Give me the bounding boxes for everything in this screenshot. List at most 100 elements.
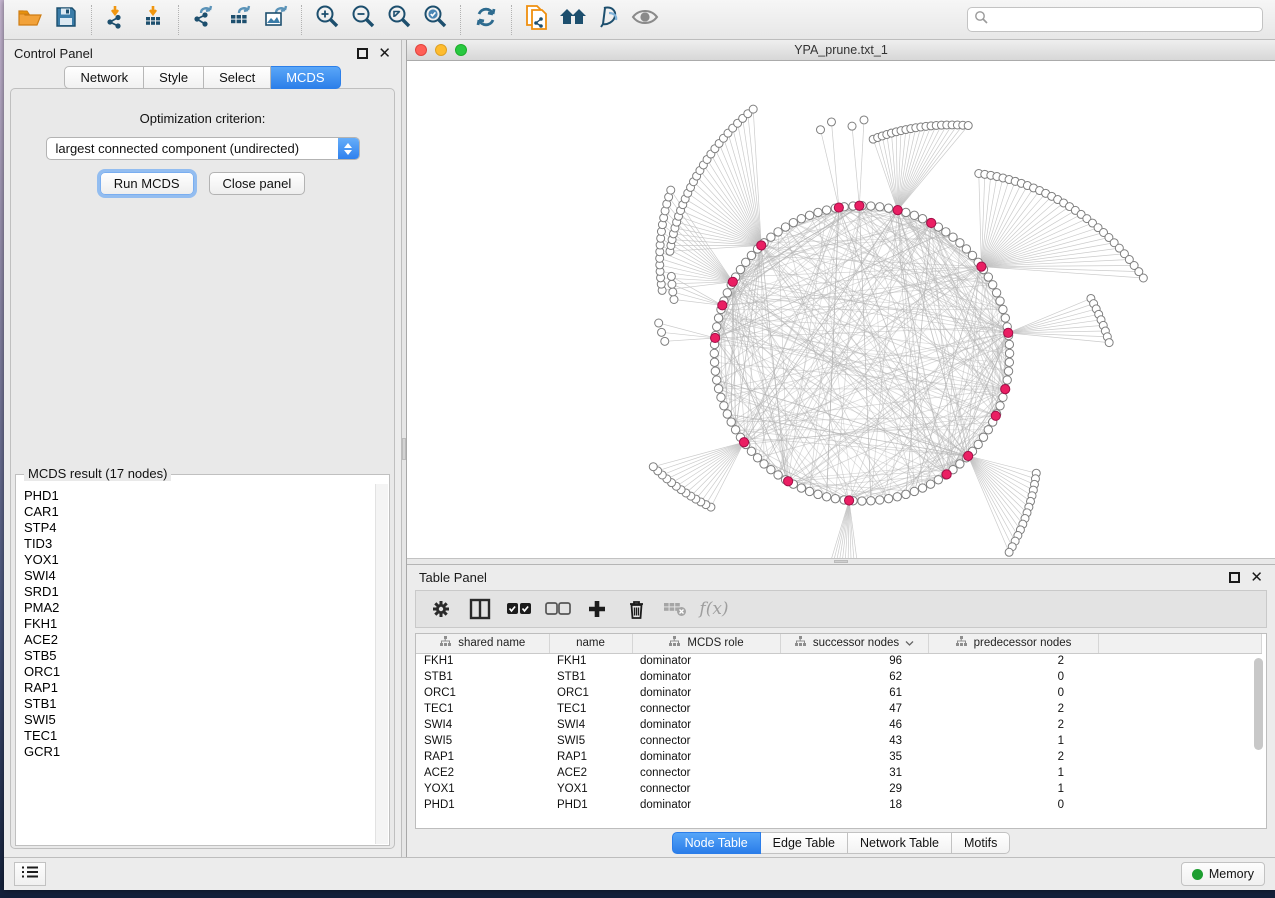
import-network-button[interactable] [99,3,135,37]
mcds-result-item[interactable]: SWI5 [24,712,388,728]
splitter-handle[interactable] [402,438,406,460]
network-node[interactable] [1005,349,1013,357]
split-columns-button[interactable] [465,594,495,624]
table-row[interactable]: STB1STB1dominator620 [416,669,1261,685]
satellite-node[interactable] [964,122,972,130]
column-header-successor-nodes[interactable]: successor nodes [780,634,928,653]
network-node[interactable] [760,460,768,468]
tab-node-table[interactable]: Node Table [672,832,761,854]
add-column-button[interactable] [582,594,612,624]
satellite-node[interactable] [667,272,675,280]
task-history-button[interactable] [14,862,46,886]
mcds-result-item[interactable]: GCR1 [24,744,388,760]
zoom-out-button[interactable] [345,3,381,37]
table-row[interactable]: ORC1ORC1dominator610 [416,685,1261,701]
mcds-list-scrollbar[interactable] [375,484,388,844]
network-node[interactable] [774,471,782,479]
tab-style[interactable]: Style [144,66,204,89]
cell-successor_nodes[interactable]: 62 [780,669,928,685]
cell-name[interactable]: TEC1 [549,701,632,717]
network-node[interactable] [949,233,957,241]
satellite-node[interactable] [827,118,835,126]
mcds-result-item[interactable]: YOX1 [24,552,388,568]
network-node[interactable] [974,440,982,448]
dominator-node[interactable] [728,277,737,286]
dominator-node[interactable] [718,301,727,310]
network-node[interactable] [710,358,718,366]
cell-mcds_role[interactable]: dominator [632,685,780,701]
dominator-node[interactable] [834,203,843,212]
cell-mcds_role[interactable]: dominator [632,653,780,669]
dominator-node[interactable] [784,477,793,486]
network-node[interactable] [731,426,739,434]
network-node[interactable] [747,447,755,455]
network-node[interactable] [789,218,797,226]
trash-button[interactable] [621,594,651,624]
network-node[interactable] [876,496,884,504]
cell-predecessor_nodes[interactable]: 1 [928,733,1098,749]
houses-button[interactable] [555,3,591,37]
cell-predecessor_nodes[interactable]: 2 [928,653,1098,669]
tab-select[interactable]: Select [204,66,271,89]
cell-mcds_role[interactable]: dominator [632,669,780,685]
network-node[interactable] [999,393,1007,401]
network-node[interactable] [918,484,926,492]
close-panel-button[interactable]: Close panel [209,172,306,195]
dominator-node[interactable] [977,262,986,271]
clone-network-button[interactable] [519,3,555,37]
cell-shared_name[interactable]: ORC1 [416,685,549,701]
satellite-node[interactable] [848,122,856,130]
network-node[interactable] [926,480,934,488]
cell-shared_name[interactable]: YOX1 [416,781,549,797]
cell-name[interactable]: SWI4 [549,717,632,733]
dominator-node[interactable] [844,496,853,505]
float-panel-icon[interactable] [1229,572,1240,583]
cell-mcds_role[interactable]: dominator [632,717,780,733]
network-node[interactable] [910,211,918,219]
network-node[interactable] [710,349,718,357]
network-node[interactable] [1004,367,1012,375]
network-node[interactable] [1005,358,1013,366]
column-header-predecessor-nodes[interactable]: predecessor nodes [928,634,1098,653]
satellite-node[interactable] [1105,339,1113,347]
dominator-node[interactable] [964,451,973,460]
cell-predecessor_nodes[interactable]: 2 [928,701,1098,717]
sort-menu-icon[interactable] [905,637,914,649]
cell-shared_name[interactable]: RAP1 [416,749,549,765]
zoom-in-button[interactable] [309,3,345,37]
network-node[interactable] [720,402,728,410]
network-node[interactable] [996,402,1004,410]
mcds-result-item[interactable]: PMA2 [24,600,388,616]
mcds-result-item[interactable]: PHD1 [24,488,388,504]
network-node[interactable] [814,208,822,216]
satellite-node[interactable] [667,186,675,194]
satellite-node[interactable] [749,105,757,113]
splitter-handle[interactable] [834,560,848,563]
network-node[interactable] [968,251,976,259]
dominator-node[interactable] [855,201,864,210]
network-node[interactable] [822,206,830,214]
satellite-node[interactable] [1005,548,1013,556]
mcds-result-item[interactable]: STB1 [24,696,388,712]
network-node[interactable] [893,493,901,501]
network-node[interactable] [717,393,725,401]
network-node[interactable] [984,426,992,434]
cell-name[interactable]: PHD1 [549,797,632,813]
cell-predecessor_nodes[interactable]: 2 [928,717,1098,733]
network-node[interactable] [910,487,918,495]
cell-successor_nodes[interactable]: 29 [780,781,928,797]
network-node[interactable] [992,289,1000,297]
mcds-result-item[interactable]: CAR1 [24,504,388,520]
cell-shared_name[interactable]: PHD1 [416,797,549,813]
table-row[interactable]: YOX1YOX1connector291 [416,781,1261,797]
cell-shared_name[interactable]: STB1 [416,669,549,685]
close-panel-icon[interactable]: ✕ [1250,572,1263,583]
cell-shared_name[interactable]: TEC1 [416,701,549,717]
tab-network-table[interactable]: Network Table [848,832,952,854]
tab-network[interactable]: Network [64,66,144,89]
dominator-node[interactable] [893,206,902,215]
annotation-button[interactable] [591,3,627,37]
mcds-result-item[interactable]: TEC1 [24,728,388,744]
cell-successor_nodes[interactable]: 35 [780,749,928,765]
mcds-result-item[interactable]: FKH1 [24,616,388,632]
